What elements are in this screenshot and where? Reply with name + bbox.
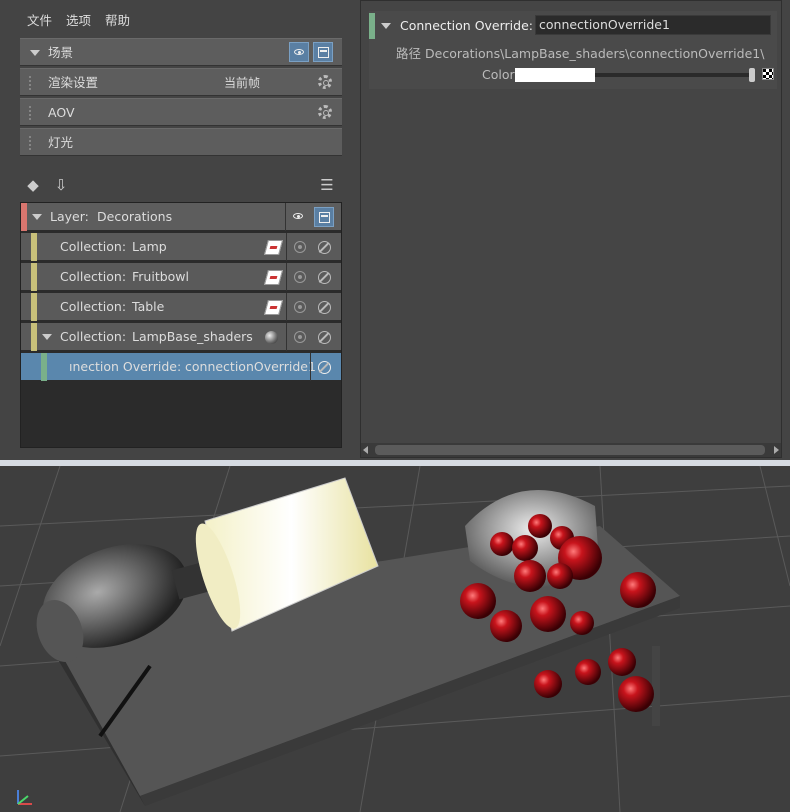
divider [310,353,311,381]
collection-row-lamp[interactable]: Collection: Lamp [21,233,341,261]
override-color-bar [41,353,47,381]
collapse-arrow-icon[interactable] [381,23,391,29]
disable-icon[interactable] [318,271,331,284]
renderable-clapper-icon[interactable] [313,42,333,62]
isolate-icon[interactable] [294,331,306,343]
drag-grip-icon[interactable] [28,105,32,121]
section-aov-label: AOV [48,105,75,120]
layer-name: Decorations [97,209,173,224]
expand-arrow-icon[interactable] [42,334,52,340]
table-leg [652,646,660,726]
divider [286,263,287,291]
collection-name: Table [132,299,165,314]
collection-color-bar [31,293,37,321]
horizontal-scrollbar[interactable] [361,443,781,457]
scroll-right-icon[interactable] [774,446,779,454]
tree-toolbar: ◆ ⇩ ☰ [20,176,342,198]
disable-icon[interactable] [318,361,331,374]
drag-grip-icon[interactable] [28,75,32,91]
collection-color-bar [31,323,37,351]
section-scene[interactable]: 场景 [20,38,342,66]
section-render-settings[interactable]: 渲染设置 当前帧 [20,68,342,96]
axis-gizmo [17,790,32,805]
gear-icon[interactable] [318,105,332,119]
layer-color-bar [21,203,27,231]
render-setup-left-panel: 文件 选项 帮助 场景 渲染设置 当前帧 AOV 灯光 ◆ ⇩ ☰ Layer:… [0,0,356,460]
override-name-field[interactable]: connectionOverride1 [535,15,771,35]
disable-icon[interactable] [318,331,331,344]
color-swatch[interactable] [515,68,595,82]
collection-name: LampBase_shaders [132,329,253,344]
expand-arrow-icon[interactable] [32,214,42,220]
menubar: 文件 选项 帮助 [20,10,137,32]
section-lights[interactable]: 灯光 [20,128,342,156]
menu-options[interactable]: 选项 [59,10,98,32]
viewport-scene [0,466,790,812]
menu-help[interactable]: 帮助 [98,10,137,32]
section-aov[interactable]: AOV [20,98,342,126]
isolate-icon[interactable] [294,301,306,313]
slider-handle[interactable] [749,68,755,82]
gear-icon[interactable] [318,75,332,89]
collection-row-table[interactable]: Collection: Table [21,293,341,321]
collection-prefix: Collection: [60,329,127,344]
divider [285,203,286,231]
divider [286,323,287,351]
scroll-thumb[interactable] [375,445,765,455]
property-editor-panel: Connection Override: connectionOverride1… [360,0,782,458]
material-override-icon[interactable] [263,300,284,315]
render-setup-tree: Layer: Decorations Collection: Lamp Coll… [20,202,342,448]
divider [286,233,287,261]
collection-row-lampbase-shaders[interactable]: Collection: LampBase_shaders [21,323,341,351]
path-label: 路径 [396,46,422,61]
disable-icon[interactable] [318,241,331,254]
visibility-eye-icon[interactable] [289,207,309,227]
drag-grip-icon[interactable] [28,135,32,151]
shader-ball-icon[interactable] [265,331,278,344]
menu-file[interactable]: 文件 [20,10,59,32]
override-row-selected[interactable]: ınection Override: connectionOverride1 [21,353,341,381]
collection-prefix: Collection: [60,299,127,314]
section-scene-label: 场景 [48,45,74,60]
isolate-icon[interactable] [294,271,306,283]
import-icon[interactable]: ⇩ [52,176,70,194]
color-slider[interactable] [595,73,755,77]
material-override-icon[interactable] [263,240,284,255]
override-name: connectionOverride1 [185,359,316,374]
collection-name: Lamp [132,239,167,254]
visibility-eye-icon[interactable] [289,42,309,62]
divider [286,293,287,321]
section-render-settings-label: 渲染设置 [48,75,99,90]
3d-viewport[interactable] [0,466,790,812]
material-override-icon[interactable] [263,270,284,285]
collection-prefix: Collection: [60,269,127,284]
connection-override-title: Connection Override: [400,18,533,33]
texture-map-icon[interactable] [762,68,774,80]
collection-color-bar [31,263,37,291]
override-color-bar [369,13,375,39]
connection-override-section: Connection Override: connectionOverride1… [369,11,777,89]
disable-icon[interactable] [318,301,331,314]
renderable-clapper-icon[interactable] [314,207,334,227]
collection-name: Fruitbowl [132,269,189,284]
render-setup-window: 文件 选项 帮助 场景 渲染设置 当前帧 AOV 灯光 ◆ ⇩ ☰ Layer:… [0,0,790,467]
section-lights-label: 灯光 [48,135,74,150]
override-prefix: ınection Override: [69,359,182,374]
color-label: Color [482,67,515,82]
isolate-icon[interactable] [294,241,306,253]
layer-row[interactable]: Layer: Decorations [21,203,341,231]
layer-prefix: Layer: [50,209,89,224]
path-value: Decorations\LampBase_shaders\connectionO… [425,46,765,61]
checklist-icon[interactable]: ☰ [318,176,336,194]
collapse-arrow-icon[interactable] [30,50,40,56]
current-frame-label: 当前帧 [224,76,261,90]
collection-prefix: Collection: [60,239,127,254]
collection-color-bar [31,233,37,261]
create-layer-icon[interactable]: ◆ [24,176,42,194]
collection-row-fruitbowl[interactable]: Collection: Fruitbowl [21,263,341,291]
scroll-left-icon[interactable] [363,446,368,454]
